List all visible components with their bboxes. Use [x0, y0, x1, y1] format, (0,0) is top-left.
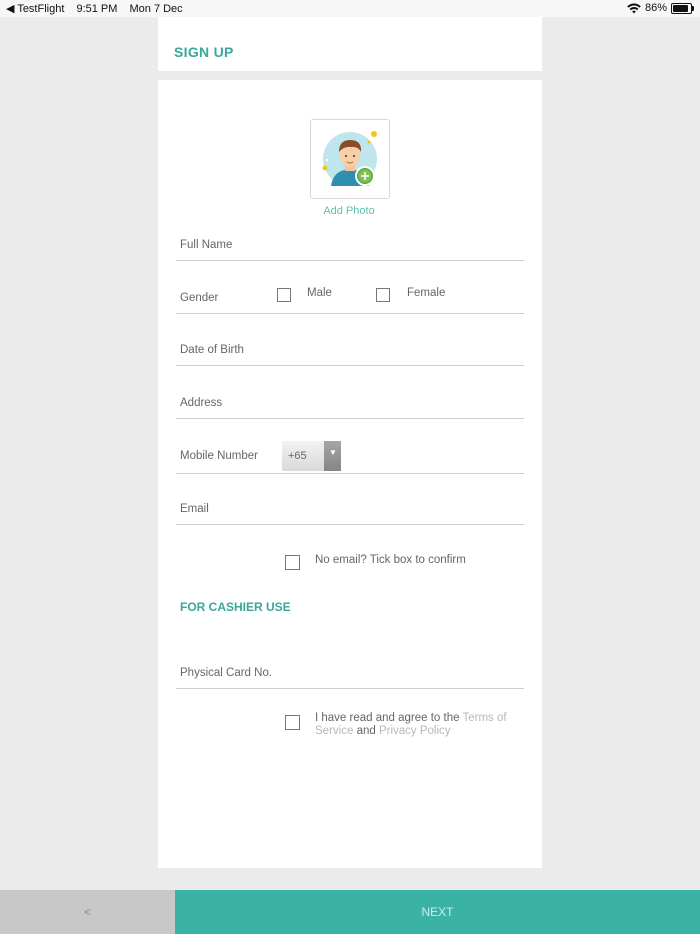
gender-field: Gender [176, 280, 524, 314]
cashier-section-title: FOR CASHIER USE [180, 600, 291, 614]
status-bar: ◀ TestFlight 9:51 PM Mon 7 Dec 86% [0, 0, 700, 17]
header-card: SIGN UP [158, 17, 542, 71]
wifi-icon [627, 2, 641, 13]
male-label: Male [307, 287, 332, 299]
dropdown-arrow[interactable]: ▼ [324, 441, 341, 471]
female-label: Female [407, 287, 446, 299]
male-checkbox[interactable] [277, 288, 291, 302]
physical-card-label: Physical Card No. [180, 667, 273, 679]
battery-percent: 86% [644, 2, 667, 14]
back-to-app-link[interactable]: ◀ TestFlight [6, 3, 64, 15]
battery-icon [671, 2, 694, 14]
terms-checkbox[interactable] [285, 715, 300, 730]
email-label: Email [180, 503, 209, 515]
no-email-checkbox[interactable] [285, 555, 300, 570]
full-name-field[interactable]: Full Name [176, 230, 524, 261]
terms-text: I have read and agree to the Terms of Se… [315, 712, 525, 738]
page-title: SIGN UP [174, 44, 234, 60]
country-code-select[interactable]: +65 ▼ [282, 441, 341, 471]
address-label: Address [180, 397, 223, 409]
no-email-label: No email? Tick box to confirm [315, 554, 466, 566]
chevron-down-icon: ▼ [329, 448, 337, 457]
mobile-number-field[interactable]: Mobile Number [176, 438, 524, 474]
date-of-birth-label: Date of Birth [180, 344, 244, 356]
status-date: Mon 7 Dec [129, 3, 183, 15]
signup-form: Add Photo Full Name Gender Male Female D… [158, 80, 542, 868]
address-field[interactable]: Address [176, 385, 524, 419]
add-photo-label[interactable]: Add Photo [288, 205, 410, 217]
terms-conjunction: and [356, 725, 376, 737]
terms-prefix: I have read and agree to the [315, 712, 460, 724]
next-button[interactable]: NEXT [175, 890, 700, 934]
country-code-value: +65 [288, 450, 307, 462]
female-checkbox[interactable] [376, 288, 390, 302]
privacy-policy-link[interactable]: Privacy Policy [379, 725, 451, 737]
date-of-birth-field[interactable]: Date of Birth [176, 330, 524, 366]
status-time: 9:51 PM [76, 3, 118, 15]
physical-card-field[interactable]: Physical Card No. [176, 658, 524, 689]
email-field[interactable]: Email [176, 492, 524, 525]
status-left: ◀ TestFlight 9:51 PM Mon 7 Dec [6, 2, 192, 15]
gender-label: Gender [180, 292, 219, 304]
avatar-placeholder-icon [322, 131, 377, 186]
status-right: 86% [627, 2, 694, 14]
add-photo-button[interactable] [310, 119, 390, 199]
mobile-number-label: Mobile Number [180, 450, 258, 462]
battery-fill [673, 4, 688, 12]
full-name-label: Full Name [180, 239, 233, 251]
back-button[interactable]: < [0, 890, 175, 934]
